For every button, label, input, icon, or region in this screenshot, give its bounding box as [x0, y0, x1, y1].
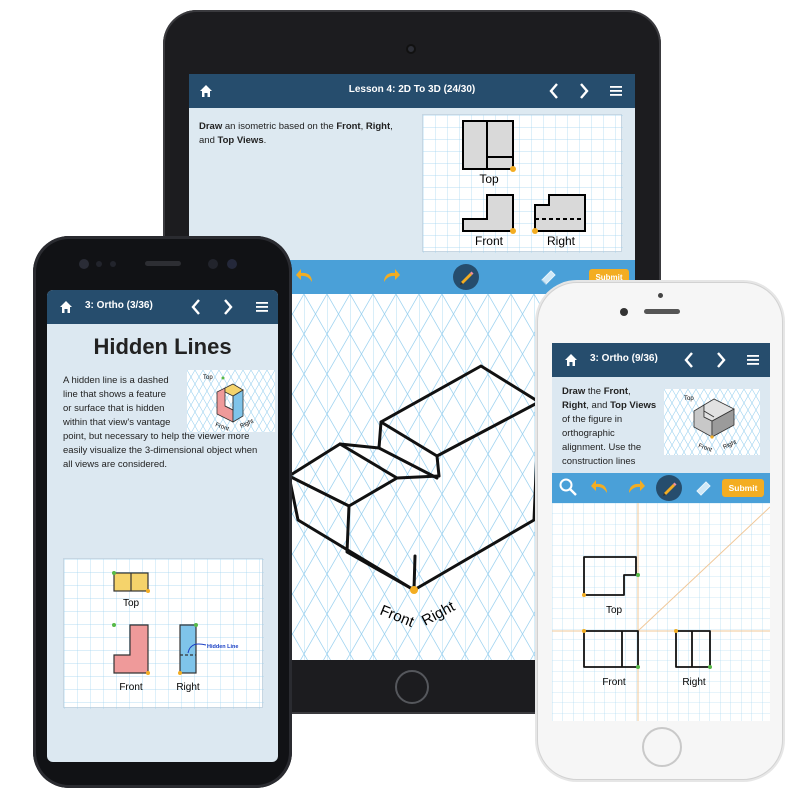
canvas-top-label: Top — [606, 605, 623, 616]
magnifier-icon[interactable] — [556, 476, 580, 500]
instruction-part: an isometric based on the — [222, 121, 337, 132]
iphone-speaker — [644, 309, 680, 314]
instruction-sep: , — [628, 386, 631, 397]
iphone-screen: 3: Ortho (9/36) Draw the Front, Right, a… — [552, 343, 770, 721]
instruction-sep: , — [390, 121, 393, 132]
tablet-home-button[interactable] — [395, 670, 429, 704]
reference-views-drawing: Top Front Right — [423, 115, 623, 253]
home-icon[interactable] — [55, 296, 77, 319]
body-text: A hidden line is a dashed line that show… — [63, 374, 267, 472]
tablet-header: Lesson 4: 2D To 3D (24/30) — [189, 74, 635, 108]
iphone-home-button[interactable] — [642, 727, 682, 767]
redo-icon[interactable] — [624, 476, 648, 500]
instruction-right: Right — [562, 400, 587, 411]
diagram-right-label: Right — [176, 682, 200, 693]
menu-icon[interactable] — [605, 80, 627, 103]
ref-front-label: Front — [475, 234, 504, 248]
iphone-sensor — [658, 293, 663, 298]
home-icon[interactable] — [560, 349, 582, 372]
chevron-right-icon[interactable] — [710, 349, 732, 374]
instruction-text: Draw the Front, Right, and Top Views of … — [562, 385, 658, 469]
page-title: Hidden Lines — [93, 334, 232, 359]
instruction-right: Right — [365, 121, 391, 132]
undo-icon[interactable] — [293, 265, 317, 289]
instruction-end: . — [263, 135, 267, 146]
chevron-right-icon[interactable] — [217, 296, 239, 321]
ortho-canvas[interactable]: Top Front Right — [552, 503, 770, 721]
redo-icon[interactable] — [379, 265, 403, 289]
instruction-and: and — [199, 135, 218, 146]
canvas-front-label: Front — [602, 677, 626, 688]
chevron-left-icon[interactable] — [185, 296, 207, 321]
instruction-front: Front — [336, 121, 361, 132]
reference-iso: Top Front Right — [664, 389, 760, 455]
lesson-title: Lesson 4: 2D To 3D (24/30) — [348, 84, 476, 95]
instruction-verb: Draw — [199, 121, 223, 132]
instruction-rest: of the figure in orthographic alignment.… — [562, 414, 642, 467]
pencil-icon[interactable] — [656, 475, 682, 501]
instruction-part: , and — [586, 400, 611, 411]
chevron-left-icon[interactable] — [543, 80, 565, 105]
instruction-front: Front — [603, 386, 629, 397]
ref-top-label: Top — [479, 172, 499, 186]
ref-right-label: Right — [547, 234, 576, 248]
chevron-left-icon[interactable] — [678, 349, 700, 374]
body-text-rest: point, but necessary to help the viewer … — [63, 431, 258, 470]
ref-top-label: Top — [684, 396, 694, 402]
android-header: 3: Ortho (3/36) — [47, 290, 278, 324]
instruction-verb: Draw — [562, 386, 586, 397]
reference-iso-drawing: Top Front Right — [664, 389, 760, 455]
android-sensors — [79, 259, 237, 269]
android-device: 3: Ortho (3/36) Hidden Lines Top Front R… — [33, 236, 292, 788]
eraser-icon[interactable] — [692, 476, 716, 500]
instruction-part: the — [585, 386, 604, 397]
canvas-right-label: Right — [682, 677, 706, 688]
tablet-camera — [406, 44, 416, 54]
menu-icon[interactable] — [251, 296, 273, 319]
eraser-icon[interactable] — [537, 265, 561, 289]
ortho-diagram: Hidden Line Top Front Right — [63, 558, 264, 709]
undo-icon[interactable] — [588, 476, 612, 500]
reference-views: Top Front Right — [422, 114, 623, 253]
body-text-first: A hidden line is a dashed line that show… — [63, 375, 171, 428]
lesson-title: 3: Ortho (9/36) — [590, 353, 658, 364]
ortho-diagram-drawing: Hidden Line Top Front Right — [64, 559, 264, 709]
android-screen: 3: Ortho (3/36) Hidden Lines Top Front R… — [47, 290, 278, 762]
submit-button[interactable]: Submit — [722, 479, 764, 497]
lesson-title: 3: Ortho (3/36) — [85, 300, 153, 311]
instruction-views: Views — [629, 400, 657, 411]
hidden-line-label: Hidden Line — [207, 644, 238, 650]
diagram-front-label: Front — [119, 682, 143, 693]
chevron-right-icon[interactable] — [573, 80, 595, 105]
ortho-canvas-drawing: Top Front Right — [552, 503, 770, 721]
instruction-top: Top — [610, 400, 627, 411]
diagram-top-label: Top — [123, 598, 140, 609]
iphone-camera — [620, 308, 628, 316]
pencil-icon[interactable] — [453, 264, 479, 290]
iphone-device: 3: Ortho (9/36) Draw the Front, Right, a… — [537, 282, 783, 780]
iphone-header: 3: Ortho (9/36) — [552, 343, 770, 377]
iphone-toolbar: Submit — [552, 473, 770, 503]
instruction-text: Draw an isometric based on the Front, Ri… — [199, 120, 409, 148]
menu-icon[interactable] — [742, 349, 764, 372]
instruction-top: Top Views — [217, 135, 264, 146]
